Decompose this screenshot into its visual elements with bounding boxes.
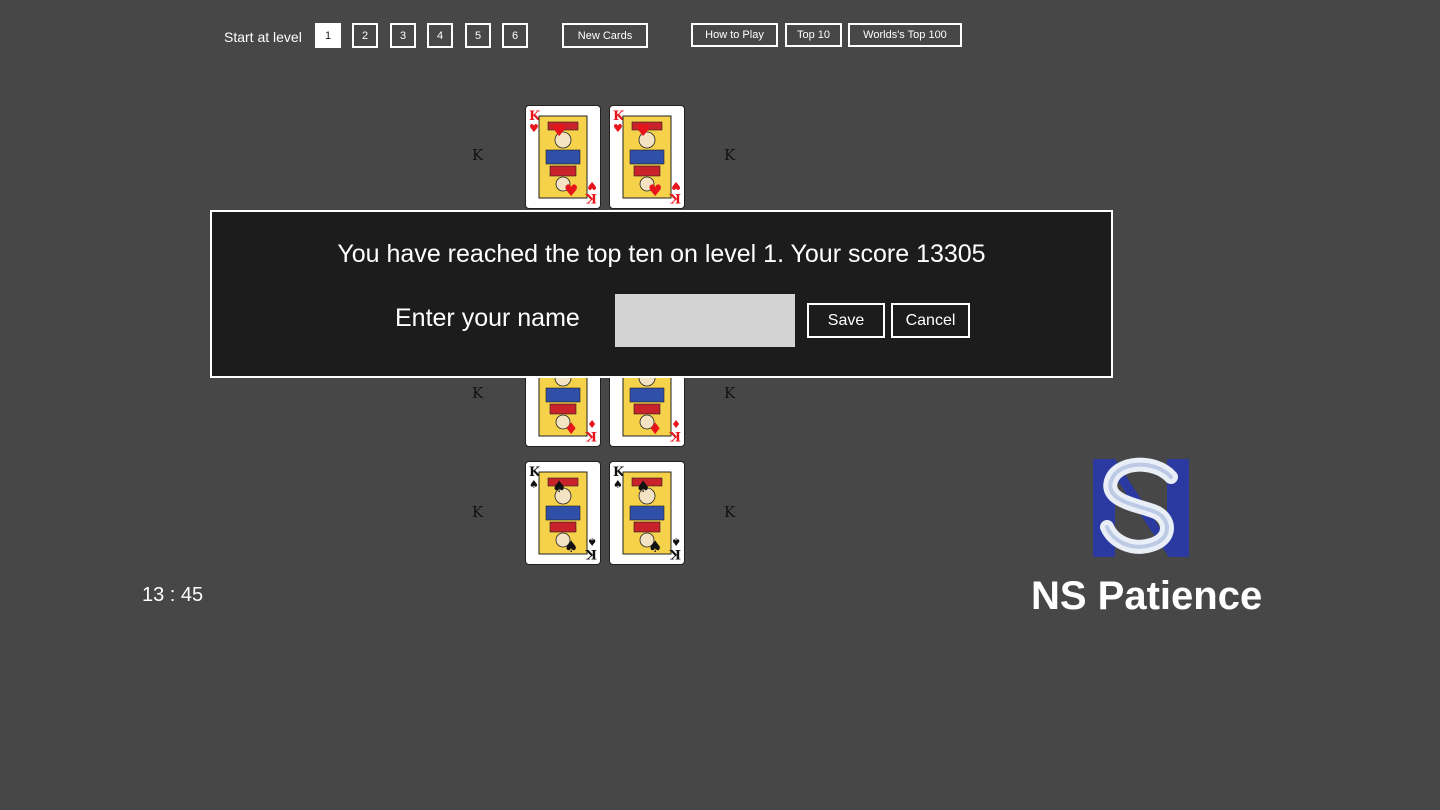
card-king-hearts-1[interactable]: K ♥ ♥ ♥ K ♥ <box>525 105 601 209</box>
name-input[interactable] <box>615 294 795 347</box>
level-3-button[interactable]: 3 <box>390 23 416 48</box>
row-3-left-letter: K <box>472 503 484 521</box>
level-5-button[interactable]: 5 <box>465 23 491 48</box>
save-button[interactable]: Save <box>807 303 885 338</box>
card-king-hearts-2[interactable]: K ♥ ♥ ♥ K ♥ <box>609 105 685 209</box>
row-1-right-letter: K <box>724 146 736 164</box>
card-suit-large-bottom: ♠ <box>648 537 662 556</box>
card-suit-bottom: ♥ <box>587 179 597 192</box>
card-suit-large-bottom: ♥ <box>648 181 662 200</box>
toolbar: Start at level 1 2 3 4 5 6 New Cards How… <box>0 0 1440 70</box>
new-cards-button[interactable]: New Cards <box>562 23 648 48</box>
card-suit-large-bottom: ♠ <box>564 537 578 556</box>
card-suit-top: ♥ <box>529 122 539 135</box>
row-2-right-letter: K <box>724 384 736 402</box>
card-suit-large-top: ♠ <box>552 477 566 496</box>
worlds-top-100-button[interactable]: Worlds's Top 100 <box>848 23 962 47</box>
top-ten-dialog: You have reached the top ten on level 1.… <box>210 210 1113 378</box>
card-suit-large-top: ♠ <box>636 477 650 496</box>
card-king-spades-2[interactable]: K ♠ ♠ ♠ K ♠ <box>609 461 685 565</box>
card-suit-bottom: ♦ <box>671 417 681 430</box>
how-to-play-button[interactable]: How to Play <box>691 23 778 47</box>
card-suit-large-top: ♥ <box>636 121 650 140</box>
start-level-label: Start at level <box>224 29 302 45</box>
card-suit-bottom: ♠ <box>671 535 681 548</box>
name-label: Enter your name <box>395 304 580 332</box>
card-suit-large-bottom: ♦ <box>564 419 578 438</box>
card-suit-bottom: ♥ <box>671 179 681 192</box>
level-2-button[interactable]: 2 <box>352 23 378 48</box>
brand-name: NS Patience <box>1031 574 1263 618</box>
cancel-button[interactable]: Cancel <box>891 303 970 338</box>
row-3-right-letter: K <box>724 503 736 521</box>
card-suit-large-bottom: ♥ <box>564 181 578 200</box>
level-6-button[interactable]: 6 <box>502 23 528 48</box>
top-10-button[interactable]: Top 10 <box>785 23 842 47</box>
level-4-button[interactable]: 4 <box>427 23 453 48</box>
card-suit-large-top: ♥ <box>552 121 566 140</box>
row-2-left-letter: K <box>472 384 484 402</box>
card-suit-bottom: ♦ <box>587 417 597 430</box>
row-1-left-letter: K <box>472 146 484 164</box>
card-suit-large-bottom: ♦ <box>648 419 662 438</box>
card-suit-bottom: ♠ <box>587 535 597 548</box>
card-king-spades-1[interactable]: K ♠ ♠ ♠ K ♠ <box>525 461 601 565</box>
game-timer: 13 : 45 <box>142 584 204 606</box>
ns-logo-icon <box>1085 455 1197 561</box>
card-suit-top: ♥ <box>613 122 623 135</box>
dialog-message: You have reached the top ten on level 1.… <box>337 240 986 268</box>
level-1-button[interactable]: 1 <box>315 23 341 48</box>
card-suit-top: ♠ <box>613 478 623 491</box>
card-suit-top: ♠ <box>529 478 539 491</box>
